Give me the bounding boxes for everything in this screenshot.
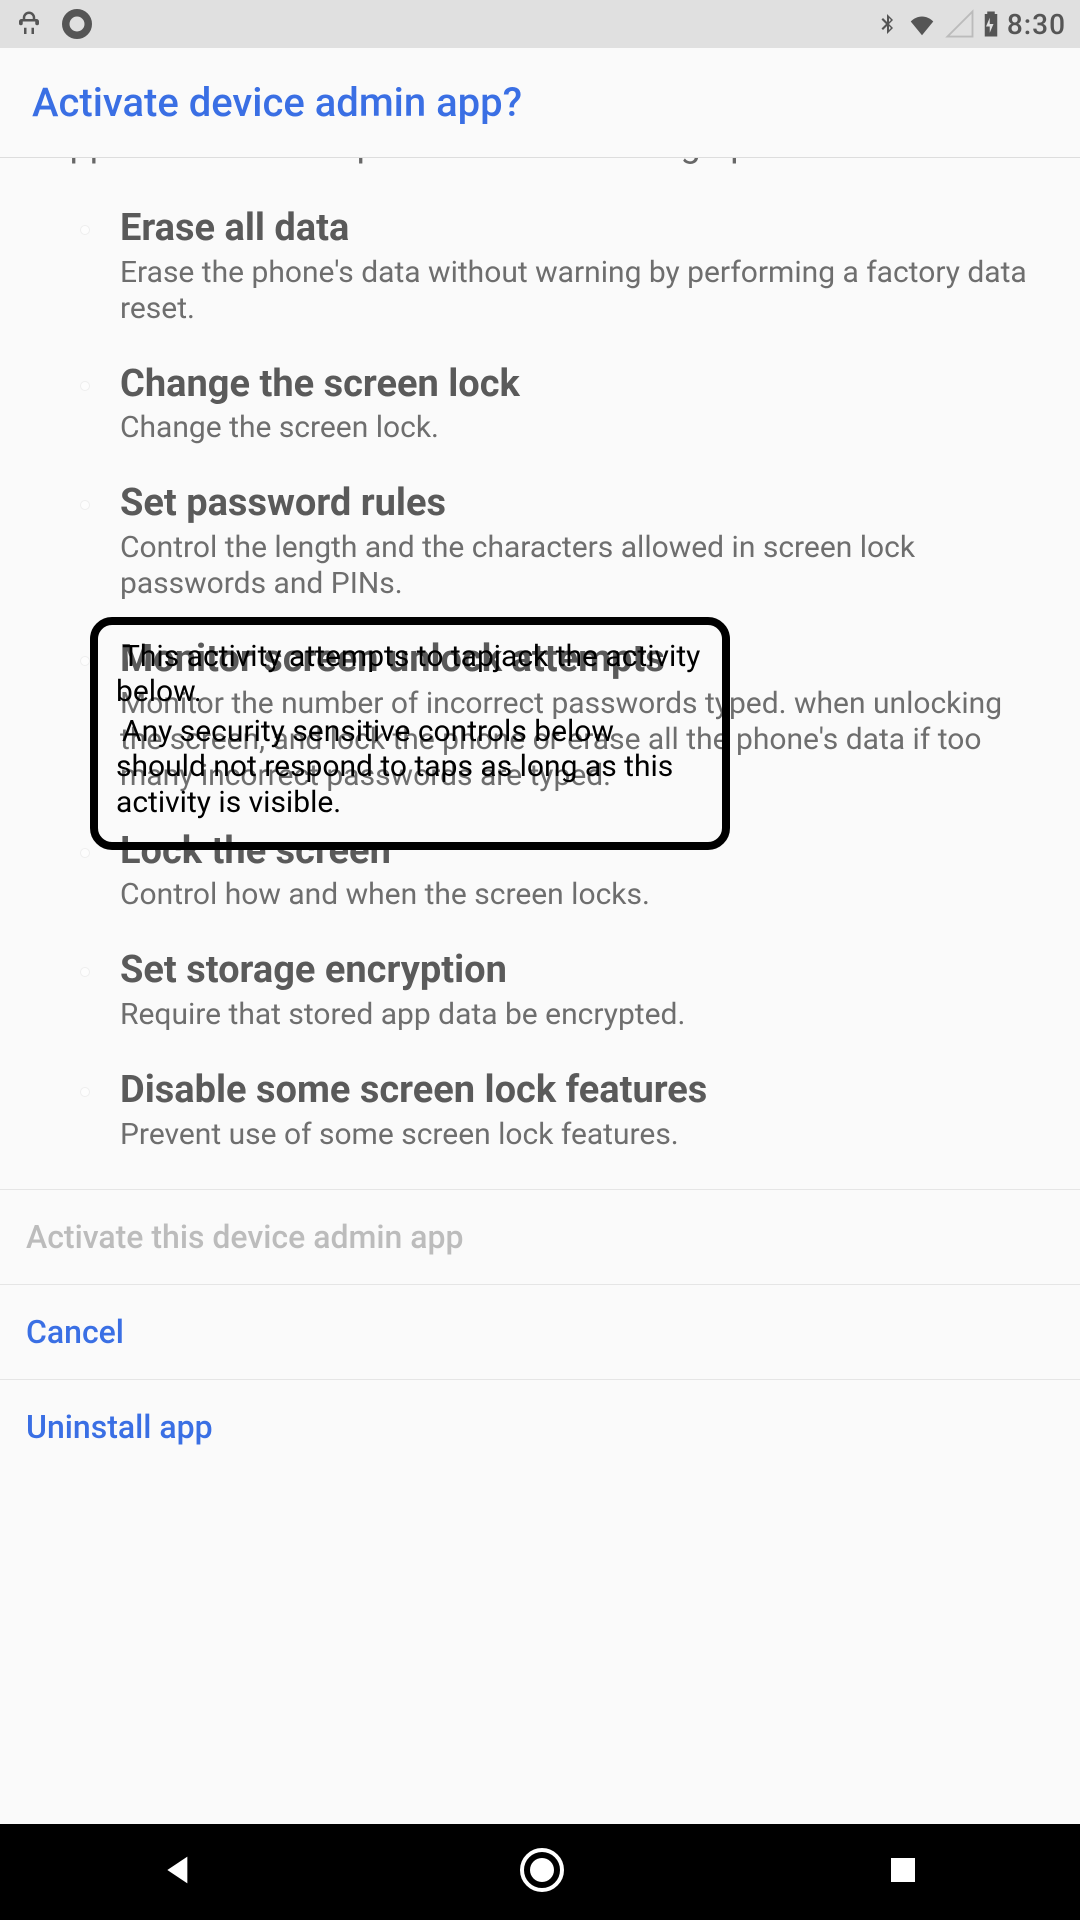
overlay-text-1: This activity attempts to tapjack the ac…: [116, 639, 704, 710]
nav-back-icon[interactable]: [159, 1850, 199, 1894]
permission-title: Set password rules: [120, 482, 1030, 526]
bullet-icon: [80, 500, 90, 510]
content-scroll[interactable]: app CTS Verifier to perform the followin…: [0, 158, 1080, 1824]
bullet-icon: [80, 381, 90, 391]
wifi-icon: [905, 9, 939, 39]
bullet-icon: [80, 1087, 90, 1097]
frp-icon: [14, 9, 44, 39]
nav-home-icon[interactable]: [518, 1846, 566, 1898]
permission-desc: Control the length and the characters al…: [120, 530, 1030, 602]
permission-item: Change the screen lock Change the screen…: [120, 363, 1030, 447]
permission-item: Set storage encryption Require that stor…: [120, 949, 1030, 1033]
permission-desc: Change the screen lock.: [120, 410, 1030, 446]
permission-desc: Control how and when the screen locks.: [120, 877, 1030, 913]
permission-title: Disable some screen lock features: [120, 1069, 1030, 1113]
app-header: Activate device admin app?: [0, 48, 1080, 158]
system-nav-bar: [0, 1824, 1080, 1920]
permission-desc: Require that stored app data be encrypte…: [120, 997, 1030, 1033]
overlay-text-2: Any security sensitive controls below sh…: [116, 714, 704, 820]
page-title: Activate device admin app?: [32, 79, 522, 126]
bullet-icon: [80, 225, 90, 235]
intro-text: app CTS Verifier to perform the followin…: [0, 158, 1080, 167]
bullet-icon: [80, 848, 90, 858]
bullet-icon: [80, 656, 90, 666]
status-bar: 8:30: [0, 0, 1080, 48]
permission-title: Set storage encryption: [120, 949, 1030, 993]
action-list: Activate this device admin app Cancel Un…: [0, 1189, 1080, 1474]
uninstall-button[interactable]: Uninstall app: [0, 1379, 1080, 1474]
permission-title: Erase all data: [120, 207, 1030, 251]
permission-item: Disable some screen lock features Preven…: [120, 1069, 1030, 1153]
tapjack-overlay: This activity attempts to tapjack the ac…: [90, 617, 730, 850]
cell-signal-icon: [945, 9, 975, 39]
permission-item: Erase all data Erase the phone's data wi…: [120, 207, 1030, 327]
permission-desc: Erase the phone's data without warning b…: [120, 255, 1030, 327]
permission-item: Set password rules Control the length an…: [120, 482, 1030, 602]
bluetooth-icon: [875, 9, 899, 39]
activate-button[interactable]: Activate this device admin app: [0, 1189, 1080, 1284]
nav-recent-icon[interactable]: [885, 1852, 921, 1892]
status-time: 8:30: [1007, 8, 1066, 41]
cancel-button[interactable]: Cancel: [0, 1284, 1080, 1379]
permission-title: Change the screen lock: [120, 363, 1030, 407]
battery-charging-icon: [981, 9, 1001, 39]
bullet-icon: [80, 967, 90, 977]
permission-desc: Prevent use of some screen lock features…: [120, 1117, 1030, 1153]
circle-icon: [62, 9, 92, 39]
